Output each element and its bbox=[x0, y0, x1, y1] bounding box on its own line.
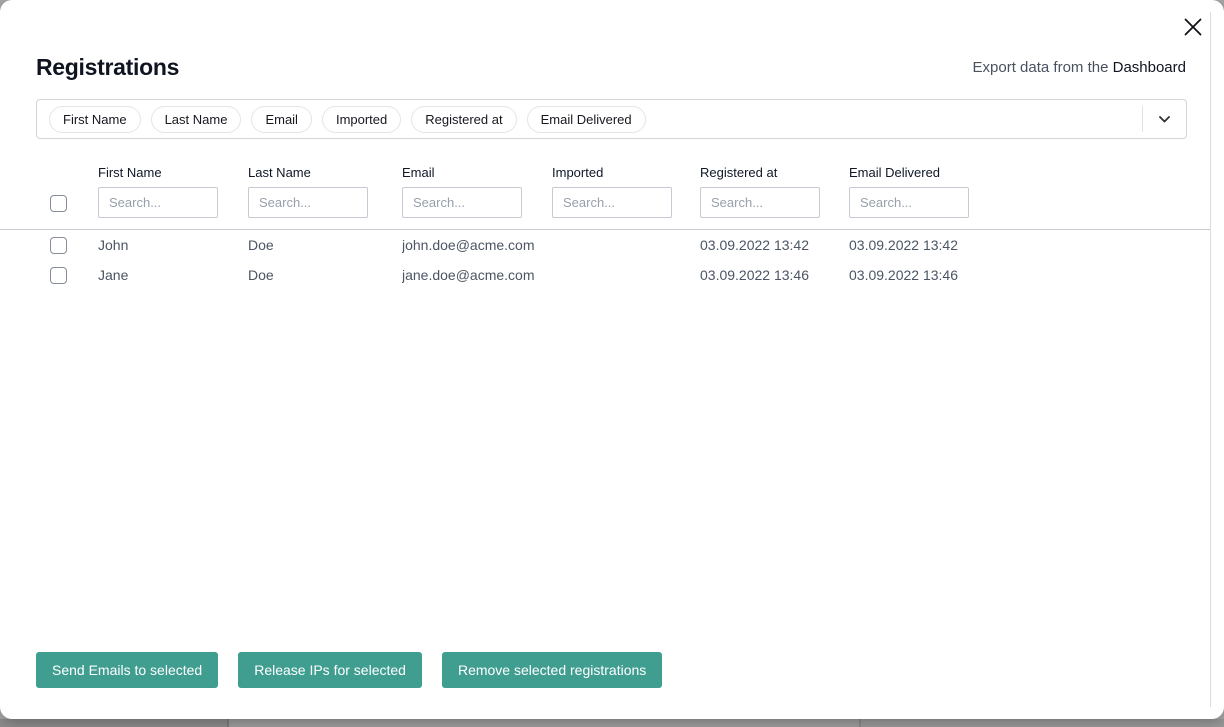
cell-email-delivered: 03.09.2022 13:46 bbox=[849, 267, 1211, 283]
cell-email: jane.doe@acme.com bbox=[402, 267, 552, 283]
select-all-checkbox[interactable] bbox=[50, 195, 67, 212]
remove-registrations-button[interactable]: Remove selected registrations bbox=[442, 652, 662, 688]
cell-first-name: John bbox=[98, 237, 248, 253]
chevron-down-icon[interactable] bbox=[1143, 100, 1186, 138]
action-bar: Send Emails to selected Release IPs for … bbox=[36, 652, 662, 688]
filter-chip-registered-at[interactable]: Registered at bbox=[411, 106, 516, 133]
search-input-email[interactable] bbox=[402, 187, 522, 218]
cell-email-delivered: 03.09.2022 13:42 bbox=[849, 237, 1211, 253]
row-checkbox[interactable] bbox=[50, 267, 67, 284]
column-header-email: Email bbox=[402, 165, 552, 180]
column-header-first-name: First Name bbox=[98, 165, 248, 180]
cell-last-name: Doe bbox=[248, 237, 402, 253]
search-input-registered-at[interactable] bbox=[700, 187, 820, 218]
column-header-last-name: Last Name bbox=[248, 165, 402, 180]
filter-chip-last-name[interactable]: Last Name bbox=[151, 106, 242, 133]
export-hint: Export data from the Dashboard bbox=[973, 59, 1186, 76]
cell-registered-at: 03.09.2022 13:42 bbox=[700, 237, 849, 253]
send-emails-button[interactable]: Send Emails to selected bbox=[36, 652, 218, 688]
cell-last-name: Doe bbox=[248, 267, 402, 283]
export-hint-text: Export data from the bbox=[973, 59, 1113, 76]
column-header-imported: Imported bbox=[552, 165, 700, 180]
release-ips-button[interactable]: Release IPs for selected bbox=[238, 652, 422, 688]
background-content-strip bbox=[0, 719, 1224, 727]
table-row: John Doe john.doe@acme.com 03.09.2022 13… bbox=[0, 230, 1211, 260]
filter-chip-email[interactable]: Email bbox=[251, 106, 312, 133]
table-header-row: First Name Last Name Email Imported Regi… bbox=[0, 165, 1211, 218]
background-segment bbox=[861, 719, 1224, 727]
registrations-modal: Registrations Export data from the Dashb… bbox=[0, 0, 1224, 719]
search-input-imported[interactable] bbox=[552, 187, 672, 218]
filter-bar: First Name Last Name Email Imported Regi… bbox=[36, 99, 1187, 139]
cell-first-name: Jane bbox=[98, 267, 248, 283]
modal-header: Registrations Export data from the Dashb… bbox=[36, 54, 1186, 81]
scrollbar-track[interactable] bbox=[1210, 12, 1211, 707]
filter-chip-imported[interactable]: Imported bbox=[322, 106, 401, 133]
cell-email: john.doe@acme.com bbox=[402, 237, 552, 253]
page-title: Registrations bbox=[36, 54, 179, 81]
column-header-registered-at: Registered at bbox=[700, 165, 849, 180]
close-icon[interactable] bbox=[1181, 15, 1205, 39]
search-input-first-name[interactable] bbox=[98, 187, 218, 218]
filter-chip-first-name[interactable]: First Name bbox=[49, 106, 141, 133]
filter-chip-email-delivered[interactable]: Email Delivered bbox=[527, 106, 646, 133]
background-segment bbox=[229, 719, 859, 727]
row-checkbox[interactable] bbox=[50, 237, 67, 254]
table-row: Jane Doe jane.doe@acme.com 03.09.2022 13… bbox=[0, 260, 1211, 290]
background-segment bbox=[0, 719, 227, 727]
search-input-email-delivered[interactable] bbox=[849, 187, 969, 218]
column-header-email-delivered: Email Delivered bbox=[849, 165, 1211, 180]
filter-chip-list: First Name Last Name Email Imported Regi… bbox=[37, 106, 1142, 133]
registrations-table: First Name Last Name Email Imported Regi… bbox=[0, 165, 1211, 290]
cell-registered-at: 03.09.2022 13:46 bbox=[700, 267, 849, 283]
search-input-last-name[interactable] bbox=[248, 187, 368, 218]
dashboard-link[interactable]: Dashboard bbox=[1113, 59, 1186, 76]
